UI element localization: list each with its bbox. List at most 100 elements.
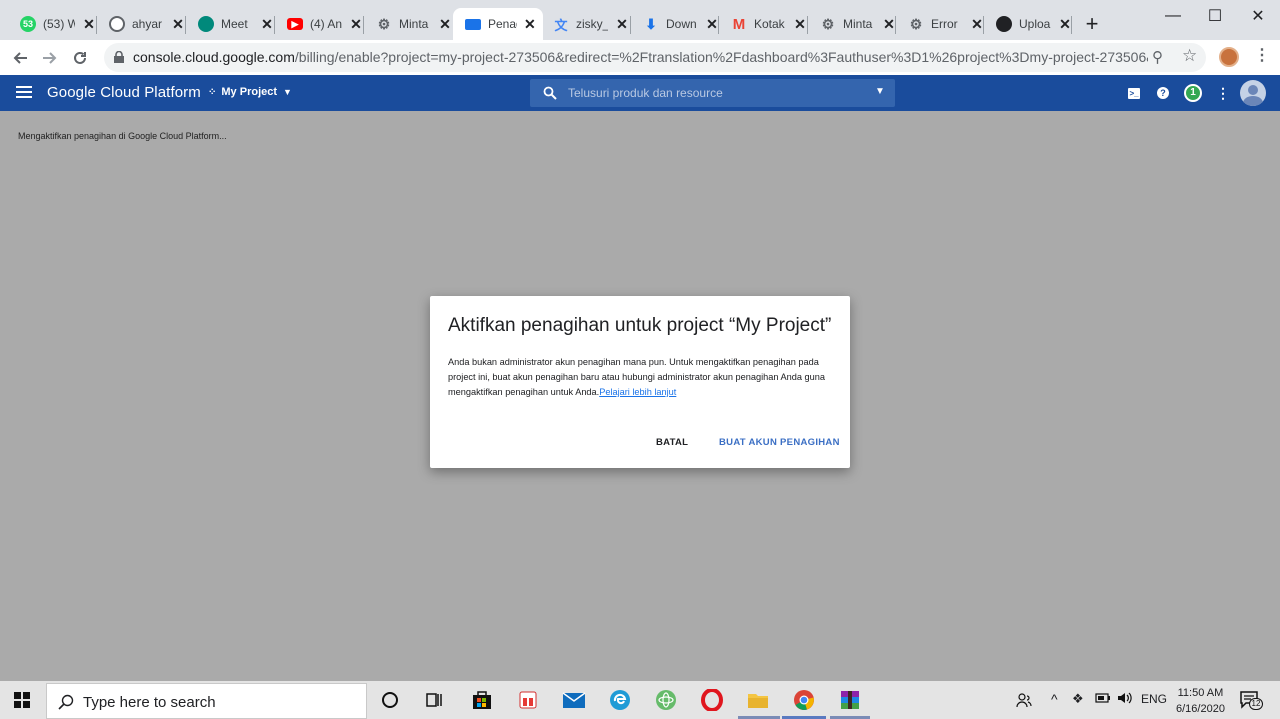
whatsapp-icon: 53 xyxy=(20,16,36,32)
address-bar[interactable]: console.cloud.google.com/billing/enable?… xyxy=(104,43,1206,72)
windows-start-icon[interactable] xyxy=(14,692,30,708)
close-icon[interactable]: ✕ xyxy=(523,16,537,32)
atom-icon[interactable] xyxy=(654,688,678,712)
chevron-up-icon[interactable]: ^ xyxy=(1051,691,1058,707)
close-icon[interactable]: ✕ xyxy=(437,16,453,32)
notification-count: 1 xyxy=(1184,84,1202,102)
dialog-title: Aktifkan penagihan untuk project “My Pro… xyxy=(448,315,832,336)
tab-youtube[interactable]: ▶ (4) An ✕ xyxy=(275,8,370,40)
tab-meet[interactable]: Meet ✕ xyxy=(186,8,281,40)
store-icon[interactable] xyxy=(470,688,494,712)
more-options-icon[interactable]: ⋮ xyxy=(1213,83,1233,103)
gcp-header: Google Cloud Platform ⁘ My Project ▼ ▼ >… xyxy=(0,75,1280,111)
enable-billing-dialog: Aktifkan penagihan untuk project “My Pro… xyxy=(430,296,850,468)
translate-icon: 文 xyxy=(554,17,568,33)
reload-icon xyxy=(74,51,86,64)
task-view-icon[interactable] xyxy=(422,688,446,712)
tab-label: Meet xyxy=(221,17,248,31)
tab-separator xyxy=(1071,16,1072,34)
edge-icon[interactable] xyxy=(608,688,632,712)
tab-label: Error xyxy=(931,17,958,31)
back-button[interactable] xyxy=(8,46,32,70)
cloud-shell-button[interactable]: >_ xyxy=(1124,83,1144,103)
tab-label: (53) W xyxy=(43,17,75,31)
tab-minta-2[interactable]: ⚙ Minta ✕ xyxy=(808,8,903,40)
close-icon[interactable]: ✕ xyxy=(348,16,364,32)
tab-strip: 53 (53) W ✕ ahyar ✕ Meet ✕ ▶ (4) An ✕ ⚙ … xyxy=(0,0,1280,40)
youtube-icon: ▶ xyxy=(287,18,303,30)
taskbar-search-box[interactable]: Type here to search xyxy=(46,683,367,719)
chrome-menu-icon[interactable]: ⋮ xyxy=(1254,45,1270,65)
project-name: My Project xyxy=(221,86,278,98)
gift-app-icon[interactable] xyxy=(516,688,540,712)
close-icon[interactable]: ✕ xyxy=(81,16,97,32)
reload-button[interactable] xyxy=(68,46,92,70)
settings-icon: ⚙ xyxy=(821,15,835,32)
battery-icon[interactable] xyxy=(1095,691,1111,708)
tab-label: Minta xyxy=(843,17,873,31)
tab-label: Kotak xyxy=(754,17,785,31)
help-button[interactable]: ? xyxy=(1153,83,1173,103)
project-selector[interactable]: ⁘ My Project ▼ xyxy=(208,86,292,98)
close-icon[interactable]: ✕ xyxy=(259,16,275,32)
tab-whatsapp[interactable]: 53 (53) W ✕ xyxy=(8,8,103,40)
web-icon xyxy=(109,16,125,32)
people-icon[interactable] xyxy=(1016,692,1032,711)
mail-icon[interactable] xyxy=(562,688,586,712)
chevron-down-icon[interactable]: ▼ xyxy=(875,86,885,97)
help-icon: ? xyxy=(1157,87,1169,99)
chevron-down-icon: ▼ xyxy=(283,87,292,97)
cancel-button[interactable]: BATAL xyxy=(656,437,688,448)
minimize-button[interactable]: — xyxy=(1150,4,1196,28)
chrome-icon[interactable] xyxy=(792,688,816,712)
notifications-button[interactable]: 1 xyxy=(1183,83,1203,103)
close-icon[interactable]: ✕ xyxy=(614,16,630,32)
new-tab-button[interactable]: + xyxy=(1080,13,1104,37)
clock-date: 6/16/2020 xyxy=(1176,703,1225,715)
tab-ahyar[interactable]: ahyar ✕ xyxy=(97,8,192,40)
system-clock[interactable]: 11:50 AM 6/16/2020 xyxy=(1176,685,1225,717)
close-icon[interactable]: ✕ xyxy=(170,16,186,32)
zoom-icon[interactable]: ⚲ xyxy=(1152,48,1163,66)
file-explorer-icon[interactable] xyxy=(746,688,770,712)
tab-error[interactable]: ⚙ Error ✕ xyxy=(896,8,991,40)
url-text[interactable]: console.cloud.google.com/billing/enable?… xyxy=(133,49,1148,65)
tab-github[interactable]: Uploa ✕ xyxy=(984,8,1079,40)
close-icon[interactable]: ✕ xyxy=(792,16,808,32)
tab-download[interactable]: ⬇ Down ✕ xyxy=(631,8,726,40)
tab-gmail[interactable]: M Kotak ✕ xyxy=(719,8,814,40)
learn-more-link[interactable]: Pelajari lebih lanjut xyxy=(599,387,676,397)
tab-minta-1[interactable]: ⚙ Minta ✕ xyxy=(364,8,459,40)
arrow-right-icon xyxy=(43,52,57,64)
notification-badge: 12 xyxy=(1249,698,1263,710)
winrar-icon[interactable] xyxy=(838,688,862,712)
download-icon: ⬇ xyxy=(645,15,657,32)
dropbox-icon[interactable]: ❖ xyxy=(1072,691,1084,707)
cortana-icon[interactable] xyxy=(378,688,402,712)
lock-icon xyxy=(114,51,124,63)
url-path: /billing/enable?project=my-project-27350… xyxy=(294,49,1148,65)
volume-icon[interactable] xyxy=(1117,691,1133,708)
tab-translate[interactable]: 文 zisky_ ✕ xyxy=(541,8,636,40)
billing-icon xyxy=(465,18,481,30)
account-avatar[interactable] xyxy=(1240,80,1266,106)
github-icon xyxy=(996,16,1012,32)
star-icon[interactable]: ☆ xyxy=(1182,46,1197,66)
project-icon: ⁘ xyxy=(208,86,217,98)
language-indicator[interactable]: ENG xyxy=(1141,692,1167,706)
action-center-icon[interactable]: 12 xyxy=(1240,690,1263,710)
profile-avatar[interactable] xyxy=(1219,47,1239,67)
search-bar[interactable]: ▼ xyxy=(530,79,895,107)
brand-title[interactable]: Google Cloud Platform xyxy=(47,84,201,101)
tab-penagihan-active[interactable]: Penag ✕ xyxy=(453,8,543,40)
windows-taskbar: Type here to search ^ ❖ ENG 11:50 AM 6/1… xyxy=(0,681,1280,719)
search-icon xyxy=(543,86,557,100)
dialog-body: Anda bukan administrator akun penagihan … xyxy=(448,355,834,400)
hamburger-menu-icon[interactable] xyxy=(16,86,32,100)
forward-button[interactable] xyxy=(38,46,62,70)
search-input[interactable] xyxy=(568,83,868,103)
maximize-button[interactable]: ☐ xyxy=(1192,4,1238,28)
close-window-button[interactable]: ✕ xyxy=(1235,4,1280,28)
opera-icon[interactable] xyxy=(700,688,724,712)
create-billing-account-button[interactable]: BUAT AKUN PENAGIHAN xyxy=(719,437,840,448)
